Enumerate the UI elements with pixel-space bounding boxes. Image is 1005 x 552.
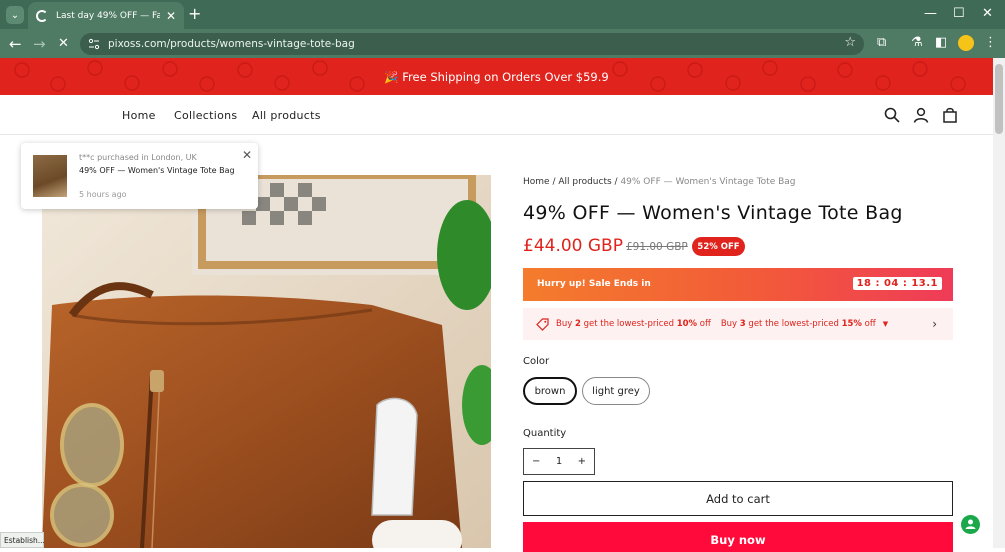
- discount-badge: 52% OFF: [692, 237, 745, 256]
- offer-expand-icon[interactable]: ▼: [883, 320, 888, 328]
- extensions-icon[interactable]: ⧉: [877, 35, 886, 50]
- recent-purchase-popup[interactable]: t**c purchased in London, UK 49% OFF — W…: [21, 143, 258, 209]
- nav-collections[interactable]: Collections: [174, 109, 237, 122]
- popup-close-icon[interactable]: ✕: [242, 148, 252, 162]
- popup-time: 5 hours ago: [79, 190, 127, 199]
- color-option-brown[interactable]: brown: [523, 377, 577, 405]
- offer-chevron-right-icon[interactable]: ›: [932, 317, 937, 331]
- quantity-label: Quantity: [523, 428, 567, 439]
- tab-close-icon[interactable]: ✕: [166, 9, 176, 23]
- labs-flask-icon[interactable]: ⚗: [911, 35, 923, 50]
- site-header: Home Collections All products: [0, 95, 993, 135]
- breadcrumb-all-products[interactable]: All products: [558, 177, 611, 187]
- product-image[interactable]: [42, 175, 491, 548]
- announcement-text: 🎉 Free Shipping on Orders Over $59.9: [384, 69, 609, 84]
- back-icon[interactable]: ←: [9, 35, 22, 53]
- breadcrumb: Home / All products / 49% OFF — Women's …: [523, 177, 796, 187]
- site-info-icon[interactable]: [88, 38, 100, 50]
- browser-tab[interactable]: Last day 49% OFF — Fashiona... ✕: [28, 2, 184, 29]
- stop-loading-icon[interactable]: ✕: [58, 36, 69, 51]
- account-icon[interactable]: [913, 107, 929, 123]
- loading-spinner-icon: [36, 9, 48, 22]
- maximize-icon[interactable]: ☐: [953, 6, 965, 21]
- offer-tier-1: Buy 2 get the lowest-priced 10% off: [556, 319, 711, 329]
- address-bar[interactable]: pixoss.com/products/womens-vintage-tote-…: [80, 33, 864, 55]
- tab-search-button[interactable]: ⌄: [6, 6, 24, 24]
- new-tab-icon[interactable]: +: [188, 6, 201, 22]
- popup-product-name[interactable]: 49% OFF — Women's Vintage Tote Bag: [79, 166, 235, 175]
- chat-person-icon: [965, 519, 976, 529]
- page-scrollbar[interactable]: [993, 58, 1005, 548]
- product-price: £44.00 GBP: [523, 236, 623, 256]
- window-close-icon[interactable]: ✕: [982, 6, 993, 21]
- profile-avatar[interactable]: [958, 35, 974, 51]
- chat-widget-icon[interactable]: [961, 515, 980, 534]
- announcement-bar: 🎉 Free Shipping on Orders Over $59.9: [0, 58, 993, 95]
- compare-price: £91.00 GBP: [626, 241, 688, 253]
- address-toolbar: ← → ✕ pixoss.com/products/womens-vintage…: [0, 29, 1005, 58]
- countdown-timer: 18 : 04 : 13.1: [852, 277, 942, 290]
- side-panel-icon[interactable]: ◧: [935, 35, 947, 50]
- browser-menu-icon[interactable]: ⋮: [984, 35, 997, 50]
- breadcrumb-home[interactable]: Home: [523, 177, 550, 187]
- scrollbar-thumb[interactable]: [995, 64, 1003, 134]
- color-option-light-grey[interactable]: light grey: [582, 377, 650, 405]
- offer-tier-2: Buy 3 get the lowest-priced 15% off: [720, 319, 876, 329]
- quantity-increase-button[interactable]: +: [578, 456, 586, 467]
- product-title: 49% OFF — Women's Vintage Tote Bag: [523, 202, 903, 224]
- browser-tab-strip: ⌄ Last day 49% OFF — Fashiona... ✕ + — ☐…: [0, 0, 1005, 29]
- quantity-stepper: − 1 +: [523, 448, 595, 475]
- breadcrumb-current: 49% OFF — Women's Vintage Tote Bag: [620, 177, 796, 187]
- tote-bag-photo: [42, 175, 491, 548]
- search-icon[interactable]: [884, 107, 900, 123]
- color-label: Color: [523, 356, 550, 367]
- tag-icon: [536, 317, 549, 331]
- sale-label: Hurry up! Sale Ends in: [537, 279, 651, 289]
- popup-purchaser: t**c purchased in London, UK: [79, 153, 197, 162]
- url-text: pixoss.com/products/womens-vintage-tote-…: [108, 38, 355, 50]
- quantity-input[interactable]: 1: [556, 456, 562, 467]
- popup-product-thumbnail: [33, 155, 67, 197]
- bookmark-star-icon[interactable]: ☆: [844, 35, 856, 50]
- forward-icon[interactable]: →: [33, 35, 46, 53]
- status-bubble: Establish...: [0, 532, 45, 548]
- nav-home[interactable]: Home: [122, 109, 156, 122]
- add-to-cart-button[interactable]: Add to cart: [523, 481, 953, 516]
- tab-title: Last day 49% OFF — Fashiona...: [56, 10, 160, 21]
- bundle-offer-bar[interactable]: Buy 2 get the lowest-priced 10% off Buy …: [523, 308, 953, 340]
- minimize-icon[interactable]: —: [924, 6, 937, 21]
- nav-all-products[interactable]: All products: [252, 109, 321, 122]
- cart-icon[interactable]: [942, 107, 958, 123]
- sale-countdown-bar: Hurry up! Sale Ends in 18 : 04 : 13.1: [523, 268, 953, 301]
- quantity-decrease-button[interactable]: −: [532, 456, 540, 467]
